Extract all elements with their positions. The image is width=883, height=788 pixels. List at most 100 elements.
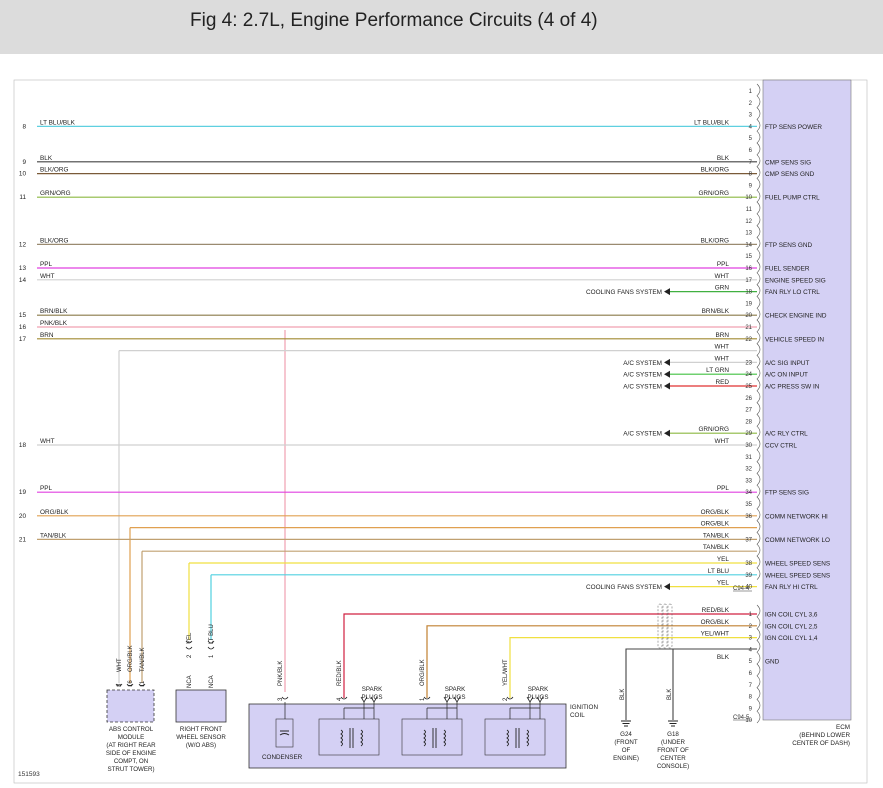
ecm-pin-37-function: COMM NETWORK LO [765,537,830,544]
ecm-label: CENTER OF DASH) [792,740,850,747]
spark-plugs-label: PLUGS [445,694,466,701]
ecm-pin-21-left-label: PNK/BLK [40,320,68,327]
ecm-pin-17-wire-color: WHT [714,273,729,280]
ecm-pin-38-function: WHEEL SPEED SENS [765,561,830,568]
ecm-pin-30-function: CCV CTRL [765,443,797,450]
ecm-pin-37-number: 37 [745,537,752,543]
ecm-pin-20-wire-color: BRN/BLK [702,308,730,315]
ecm-pin-39-function: WHEEL SPEED SENS [765,572,830,579]
wiring-diagram: ECM(BEHIND LOWERCENTER OF DASH) 1234 FTP … [13,79,868,784]
ecm-pin-20-number: 20 [745,313,752,319]
ecm-pin-30-left-label: WHT [40,438,55,445]
abs-label: (AT RIGHT REAR [106,742,156,749]
ecm-pin-22-left-number: 17 [19,336,27,343]
spark-plugs-label: SPARK [362,686,383,693]
abs-pin-wire: WHT [117,658,123,672]
wheel-sensor-pin-wire: YEL [187,632,193,644]
ground-wire-color-1: BLK [667,689,673,700]
ecm-pin-40-arrow-icon [664,583,670,591]
ecm-pin-36-left-label: ORG/BLK [40,509,69,516]
ground-label-1: G18 [667,731,679,738]
ecm-pin-34-left-number: 19 [19,489,27,496]
ecm-pin-28-number: 28 [745,419,752,425]
condenser-label: CONDENSER [262,754,303,761]
ecm-pin-10-number: 10 [745,195,752,201]
ecm-pin-9-number: 9 [749,183,753,189]
ecm-pin-7-left-label: BLK [40,155,53,162]
ecm-pin-20-left-number: 15 [19,312,27,319]
wire-ignition-1 [343,613,757,698]
ecm-bottom-pin-5-wire-color: BLK [717,654,730,661]
ecm-pin-18-arrow-icon [664,288,670,296]
ecm-bottom-pin-2-wire-color: ORG/BLK [701,619,730,626]
abs-label: ABS CONTROL [109,726,154,733]
ignition-pin-number: 2 [503,697,509,701]
ecm-pin-16-left-label: PPL [40,261,53,268]
ecm-bottom-pin-10-number: 10 [745,718,752,724]
ecm-pin-8-function: CMP SENS GND [765,171,815,178]
ecm-bottom-pin-5-number: 5 [749,659,753,665]
abs-label: COMPT, ON [114,758,148,765]
wheel-sensor-label: RIGHT FRONT [180,726,222,733]
ecm-pin-14-left-label: BLK/ORG [40,237,68,244]
ecm-label: (BEHIND LOWER [799,732,850,739]
ecm-pin-40-external-system: COOLING FANS SYSTEM [586,584,662,591]
ecm-pin-4-left-label: LT BLU/BLK [40,119,76,126]
ecm-pin-39-wire-color: LT BLU [708,568,729,575]
ecm-bottom-pin-7-number: 7 [749,683,753,689]
ecm-pin-22-left-label: BRN [40,332,54,339]
ecm-pin-22-number: 22 [745,337,752,343]
ecm-bottom-pin-5-function: GND [765,659,780,666]
ecm-bottom-pin-1-number: 1 [749,612,753,618]
ecm-pin-36-function: COMM NETWORK HI [765,513,828,520]
ecm-pin-10-left-label: GRN/ORG [40,190,71,197]
ignition-pin-number: 3 [278,697,284,701]
ecm-pin-24-external-system: A/C SYSTEM [623,372,662,379]
ecm-pin-12-number: 12 [745,219,752,225]
ecm-pin-14-wire-color: BLK/ORG [701,237,729,244]
ecm-pin-36-wire-color: ORG/BLK [701,509,730,516]
ecm-pin-29-number: 29 [745,431,752,437]
ecm-pin-24-function: A/C ON INPUT [765,372,808,379]
ecm-pin-18-external-system: COOLING FANS SYSTEM [586,289,662,296]
ignition-pin-number: 4 [337,697,343,701]
ecm-bottom-pin-1-function: IGN COIL CYL 3,6 [765,612,818,619]
wire-gnd-g24 [625,648,757,720]
ignition-pin-wire: YEL/WHT [503,659,509,686]
ecm-pin-34-wire-color: PPL [717,485,730,492]
ecm-pin-7-number: 7 [749,160,753,166]
ecm-pin-35-number: 35 [745,502,752,508]
ground-label-1: CENTER [660,755,686,762]
ecm-pin-20-left-label: BRN/BLK [40,308,68,315]
ecm-pin-33-number: 33 [745,478,752,484]
ecm-bottom-pin-3-wire-color: YEL/WHT [701,631,730,638]
ecm-pin-10-left-number: 11 [19,194,26,201]
abs-label: STRUT TOWER) [107,766,154,773]
ecm-pin-30-wire-color: WHT [714,438,729,445]
ecm-pin-sub39-wire-color: TAN/BLK [703,544,730,551]
ecm-pin-14-left-number: 12 [19,241,27,248]
ecm-pin-27-number: 27 [745,408,752,414]
ecm-pin-32-number: 32 [745,467,752,473]
ecm-pin-24-arrow-icon [664,370,670,378]
abs-label: MODULE [118,734,144,741]
ecm-pin-29-wire-color: GRN/ORG [698,426,729,433]
ecm-pin-36-left-number: 20 [19,513,27,520]
ecm-pin-26-number: 26 [745,396,752,402]
ecm-pin-37-wire-color: TAN/BLK [703,532,730,539]
ecm-pin-13-number: 13 [745,231,752,237]
ground-label-0: G24 [620,731,632,738]
ground-label-1: FRONT OF [657,747,689,754]
ecm-pin-34-function: FTP SENS SIG [765,490,809,497]
ecm-pin-22-wire-color: BRN [716,332,730,339]
ecm-pin-25-number: 25 [745,384,752,390]
ecm-pin-15-number: 15 [745,254,752,260]
ecm-pin-25-arrow-icon [664,382,670,390]
ecm-pin-2-number: 2 [749,101,753,107]
ecm-bottom-pin-4-number: 4 [749,647,753,653]
ecm-pin-4-left-number: 8 [22,123,26,130]
wheel-sensor-module [175,689,227,723]
ecm-pin-24-wire-color: LT GRN [706,367,729,374]
spark-plugs-label: SPARK [445,686,466,693]
ecm-pin-sub37-wire-color: ORG/BLK [701,521,730,528]
